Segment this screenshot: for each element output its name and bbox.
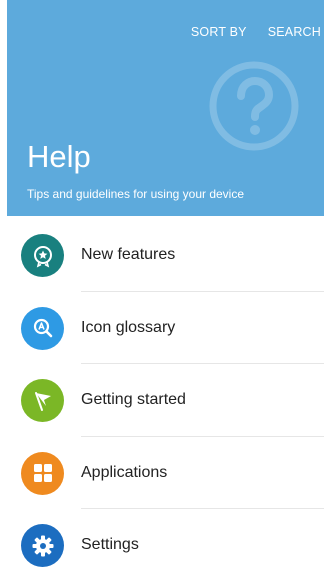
sort-by-button[interactable]: SORT BY [191, 25, 247, 39]
help-screen: SORT BY SEARCH Help Tips and guidelines … [0, 0, 324, 579]
gear-icon [21, 524, 64, 567]
page-title: Help [27, 139, 91, 174]
list-item-new-features[interactable]: New features [7, 219, 324, 292]
help-header: SORT BY SEARCH Help Tips and guidelines … [7, 0, 324, 216]
list-item-label: Getting started [81, 391, 186, 408]
help-topics-list: New features Icon glossary Getting start… [7, 219, 324, 579]
list-item-applications[interactable]: Applications [7, 437, 324, 509]
list-item-label: Settings [81, 536, 139, 553]
list-item-label: New features [81, 246, 176, 263]
flag-icon [21, 379, 64, 422]
list-item-label: Icon glossary [81, 318, 176, 336]
list-item-getting-started[interactable]: Getting started [7, 364, 324, 437]
header-actions: SORT BY SEARCH [191, 25, 321, 39]
list-item-label: Applications [81, 463, 168, 481]
page-subtitle: Tips and guidelines for using your devic… [27, 187, 245, 201]
search-button[interactable]: SEARCH [268, 25, 321, 39]
apps-grid-icon [21, 451, 64, 495]
question-mark-icon [209, 61, 299, 151]
list-item-settings[interactable]: Settings [7, 509, 324, 579]
magnifier-a-icon [21, 306, 64, 350]
badge-star-icon [21, 234, 64, 277]
list-item-icon-glossary[interactable]: Icon glossary [7, 292, 324, 364]
